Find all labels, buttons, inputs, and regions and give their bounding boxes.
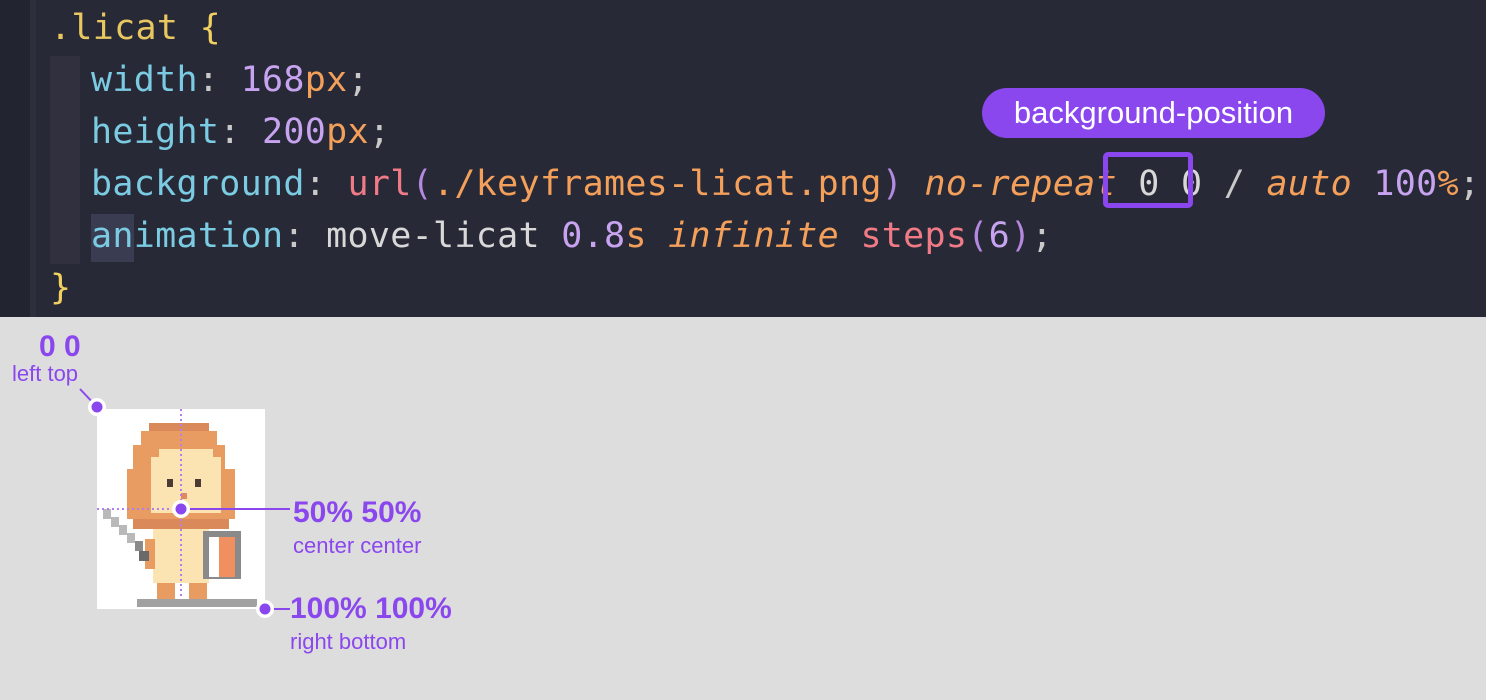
code-line-6: }: [50, 265, 71, 311]
background-position-callout: background-position: [982, 88, 1325, 138]
width-property: width: [91, 60, 198, 100]
url-argument: ./keyframes-licat.png: [432, 164, 882, 204]
height-property: height: [91, 112, 220, 152]
steps-count: 6: [988, 216, 1011, 256]
css-selector: .licat: [50, 8, 179, 48]
url-function: url: [347, 164, 412, 204]
bottom-right-marker-dot: [259, 603, 271, 615]
duration-unit: s: [625, 216, 647, 256]
iteration-keyword: infinite: [668, 216, 840, 256]
steps-function: steps: [860, 216, 968, 256]
open-brace: {: [199, 8, 221, 48]
slash: /: [1223, 164, 1246, 204]
top-left-marker-dot: [91, 401, 103, 413]
indent-guide: [50, 56, 80, 264]
code-line-3: height: 200px;: [91, 112, 391, 152]
animation-property: animation: [91, 216, 284, 256]
position-highlight-box: [1103, 152, 1193, 208]
width-unit: px: [304, 60, 348, 100]
no-repeat-keyword: no-repeat: [924, 164, 1117, 204]
animation-name: move-licat: [326, 216, 540, 256]
size-value: 100: [1373, 164, 1438, 204]
position-markers: [79, 388, 290, 618]
code-line-1: .licat {: [50, 5, 221, 51]
width-value: 168: [240, 60, 305, 100]
background-property: background: [91, 164, 305, 204]
code-line-4: background: url(./keyframes-licat.png) n…: [91, 164, 1481, 204]
height-unit: px: [326, 112, 369, 152]
duration-value: 0.8: [561, 216, 626, 256]
height-value: 200: [261, 112, 327, 152]
code-line-2: width: 168px;: [91, 60, 369, 100]
size-unit: %: [1437, 164, 1459, 204]
center-marker-dot: [175, 503, 187, 515]
close-brace: }: [50, 268, 72, 308]
code-line-5: animation: move-licat 0.8s infinite step…: [91, 216, 1053, 256]
code-editor: .licat { width: 168px; height: 200px; ba…: [0, 0, 1486, 317]
editor-gutter: [0, 0, 36, 317]
size-auto-keyword: auto: [1266, 164, 1353, 204]
